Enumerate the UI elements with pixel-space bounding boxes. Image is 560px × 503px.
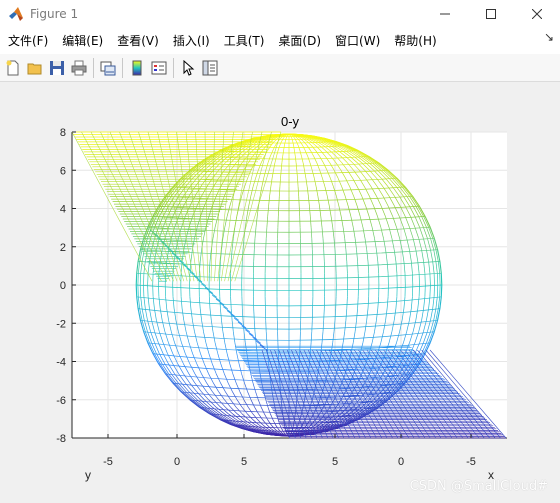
- menu-window[interactable]: 窗口(W): [328, 30, 387, 52]
- sphere-meridian-segment: [441, 273, 443, 286]
- plot-title: 0-y: [281, 114, 300, 129]
- sphere-meridian-segment: [311, 238, 313, 250]
- maximize-button[interactable]: [468, 0, 514, 28]
- z-tick-label: 2: [60, 242, 66, 254]
- toolbar-separator: [173, 57, 174, 78]
- x-tick-label: 5: [332, 456, 338, 468]
- title-bar: Figure 1: [0, 0, 560, 28]
- sphere-meridian-segment: [278, 196, 280, 207]
- menu-bar: 文件(F) 编辑(E) 查看(V) 插入(I) 工具(T) 桌面(D) 窗口(W…: [0, 28, 560, 54]
- axes-plot[interactable]: 86420-2-4-6-8-5 0 5 5 0 -5 0-y y x: [0, 83, 560, 503]
- z-tick-label: -6: [56, 395, 66, 407]
- minimize-icon: [440, 13, 450, 15]
- maximize-icon: [486, 9, 496, 19]
- property-inspector-icon: [202, 60, 218, 75]
- sphere-meridian-segment: [139, 273, 142, 286]
- menu-tools[interactable]: 工具(T): [217, 30, 272, 52]
- z-tick-label: 6: [60, 165, 66, 177]
- sphere-meridian-segment: [277, 206, 280, 217]
- property-inspector-button[interactable]: [199, 57, 221, 79]
- watermark-text: CSDN @SmallCloud#: [409, 479, 548, 494]
- sphere-meridian-segment: [265, 238, 267, 250]
- sphere-meridian-segment: [436, 284, 439, 297]
- open-file-icon: [27, 63, 42, 74]
- link-plot-button[interactable]: [97, 57, 119, 79]
- link-plot-icon: [100, 61, 116, 75]
- save-icon: [50, 60, 64, 75]
- sphere-meridian-segment: [311, 320, 313, 332]
- close-button[interactable]: [514, 0, 560, 28]
- menu-desktop[interactable]: 桌面(D): [271, 30, 328, 52]
- sphere-meridian-segment: [298, 206, 301, 217]
- toolbar-separator: [93, 57, 94, 78]
- x-tick-label: 0: [398, 456, 404, 468]
- z-tick-label: -8: [56, 433, 66, 445]
- menu-view[interactable]: 查看(V): [110, 30, 166, 52]
- new-figure-icon: [6, 60, 19, 75]
- z-tick-label: 8: [60, 127, 66, 139]
- menu-dock-arrow-icon[interactable]: ↘: [544, 30, 554, 44]
- menu-help[interactable]: 帮助(H): [387, 30, 443, 52]
- print-button[interactable]: [68, 57, 90, 79]
- legend-icon: [151, 61, 167, 74]
- menu-file[interactable]: 文件(F): [0, 30, 55, 52]
- pointer-button[interactable]: [177, 57, 199, 79]
- sphere-meridian-segment: [436, 273, 439, 286]
- colorbar-button[interactable]: [126, 57, 148, 79]
- x-tick-label: -5: [466, 456, 476, 468]
- sphere-meridian-segment: [429, 273, 431, 286]
- y-axis-label: y: [85, 468, 91, 482]
- sphere-meridian-segment: [265, 320, 267, 332]
- legend-button[interactable]: [148, 57, 170, 79]
- menu-insert[interactable]: 插入(I): [166, 30, 217, 52]
- z-tick-label: 4: [60, 204, 66, 216]
- x-tick-label: 0: [174, 456, 180, 468]
- menu-edit[interactable]: 编辑(E): [55, 30, 110, 52]
- new-figure-button[interactable]: [2, 57, 24, 79]
- sphere-meridian-segment: [298, 196, 300, 207]
- open-file-button[interactable]: [24, 57, 46, 79]
- z-tick-label: -2: [56, 318, 66, 330]
- sphere-meridian-segment: [147, 273, 149, 286]
- minimize-button[interactable]: [422, 0, 468, 28]
- sphere-meridian-segment: [441, 284, 443, 297]
- figure-toolbar: [0, 54, 560, 82]
- sphere-meridian-segment: [147, 284, 149, 297]
- save-button[interactable]: [46, 57, 68, 79]
- sphere-meridian-segment: [139, 284, 142, 297]
- x-tick-label: 5: [241, 456, 247, 468]
- window-title: Figure 1: [30, 7, 79, 21]
- window-controls: [422, 0, 560, 28]
- close-icon: [532, 9, 542, 19]
- z-tick-label: 0: [60, 280, 66, 292]
- colorbar-icon: [132, 60, 142, 75]
- z-tick-label: -4: [56, 357, 66, 369]
- toolbar-separator: [122, 57, 123, 78]
- pointer-icon: [183, 59, 195, 76]
- x-tick-label: -5: [103, 456, 113, 468]
- matlab-logo-icon: [9, 7, 23, 21]
- figure-canvas: 8 6 4 2 0 -2 -4 -6 -8 -5 0 5 5 0 -5 0-y y x CSDN @Smal…: [0, 83, 560, 503]
- print-icon: [71, 60, 87, 75]
- sphere-meridian-segment: [429, 284, 431, 297]
